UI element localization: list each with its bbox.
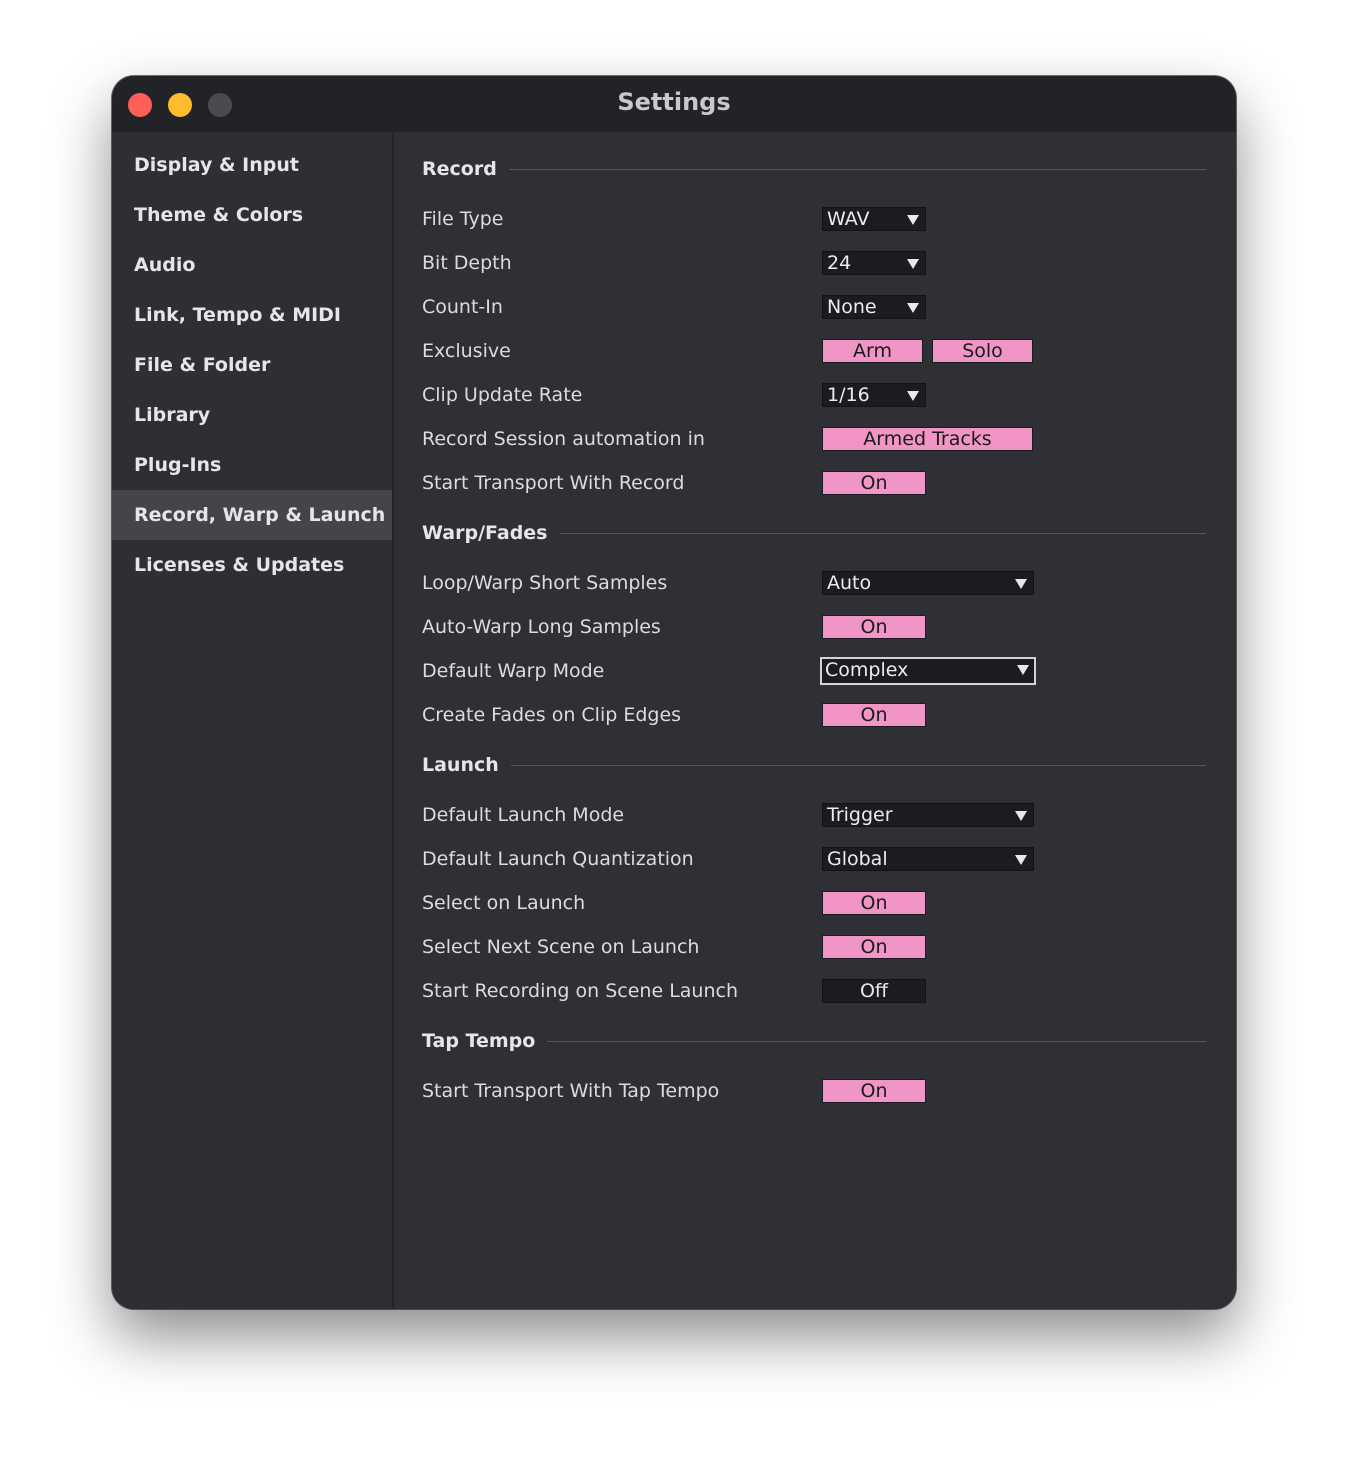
default-launch-mode-value: Trigger [827,804,893,826]
sidebar-item-plug-ins[interactable]: Plug-Ins [112,440,392,490]
clip-update-rate-dropdown[interactable]: 1/16 [822,383,926,407]
start-recording-scene-label: Start Recording on Scene Launch [422,980,738,1002]
bit-depth-label: Bit Depth [422,252,512,274]
title-bar: Settings [112,76,1236,132]
default-launch-mode-label: Default Launch Mode [422,804,625,826]
default-warp-mode-label: Default Warp Mode [422,660,605,682]
start-transport-tap-toggle[interactable]: On [822,1079,926,1103]
count-in-value: None [827,296,877,318]
session-automation-toggle[interactable]: Armed Tracks [822,427,1033,451]
start-recording-scene-toggle[interactable]: Off [822,979,926,1003]
select-on-launch-label: Select on Launch [422,892,586,914]
start-transport-record-toggle[interactable]: On [822,471,926,495]
default-launch-quantization-dropdown[interactable]: Global [822,847,1034,871]
settings-content: Record File Type WAV Bit Depth 24 Count-… [394,132,1236,1309]
clip-update-rate-value: 1/16 [827,384,870,406]
auto-warp-long-toggle[interactable]: On [822,615,926,639]
dropdown-arrow-icon [1015,855,1027,865]
default-warp-mode-dropdown[interactable]: Complex [820,657,1036,685]
loop-warp-short-label: Loop/Warp Short Samples [422,572,668,594]
sidebar-item-theme-colors[interactable]: Theme & Colors [112,190,392,240]
sidebar-item-file-folder[interactable]: File & Folder [112,340,392,390]
launch-section-title: Launch [422,750,511,780]
file-type-dropdown[interactable]: WAV [822,207,926,231]
window-title: Settings [617,88,731,116]
settings-window: Settings Display & Input Theme & Colors … [112,76,1236,1309]
sidebar-item-display-input[interactable]: Display & Input [112,140,392,190]
create-fades-label: Create Fades on Clip Edges [422,704,682,726]
session-automation-label: Record Session automation in [422,428,705,450]
dropdown-arrow-icon [1015,579,1027,589]
settings-sidebar: Display & Input Theme & Colors Audio Lin… [112,132,394,1309]
bit-depth-dropdown[interactable]: 24 [822,251,926,275]
launch-section-header: Launch [422,750,1206,780]
start-transport-record-label: Start Transport With Record [422,472,685,494]
select-on-launch-toggle[interactable]: On [822,891,926,915]
sidebar-item-audio[interactable]: Audio [112,240,392,290]
sidebar-item-record-warp-launch[interactable]: Record, Warp & Launch [112,490,392,540]
exclusive-solo-toggle[interactable]: Solo [932,339,1033,363]
default-launch-quantization-value: Global [827,848,888,870]
section-divider [422,765,1206,766]
dropdown-arrow-icon [907,215,919,225]
dropdown-arrow-icon [1015,811,1027,821]
create-fades-toggle[interactable]: On [822,703,926,727]
warp-section-header: Warp/Fades [422,518,1206,548]
dropdown-arrow-icon [907,303,919,313]
tap-tempo-section-header: Tap Tempo [422,1026,1206,1056]
loop-warp-short-value: Auto [827,572,872,594]
file-type-label: File Type [422,208,504,230]
clip-update-rate-label: Clip Update Rate [422,384,583,406]
record-section-title: Record [422,154,509,184]
select-next-scene-label: Select Next Scene on Launch [422,936,700,958]
exclusive-arm-toggle[interactable]: Arm [822,339,923,363]
dropdown-arrow-icon [907,391,919,401]
file-type-value: WAV [827,208,870,230]
record-section-header: Record [422,154,1206,184]
count-in-dropdown[interactable]: None [822,295,926,319]
auto-warp-long-label: Auto-Warp Long Samples [422,616,661,638]
bit-depth-value: 24 [827,252,852,274]
warp-section-title: Warp/Fades [422,518,560,548]
section-divider [422,169,1206,170]
select-next-scene-toggle[interactable]: On [822,935,926,959]
sidebar-item-licenses-updates[interactable]: Licenses & Updates [112,540,392,590]
sidebar-item-link-tempo-midi[interactable]: Link, Tempo & MIDI [112,290,392,340]
sidebar-item-library[interactable]: Library [112,390,392,440]
dropdown-arrow-icon [907,259,919,269]
dropdown-arrow-icon [1017,665,1029,675]
default-warp-mode-value: Complex [825,659,909,681]
default-launch-quantization-label: Default Launch Quantization [422,848,694,870]
exclusive-label: Exclusive [422,340,511,362]
loop-warp-short-dropdown[interactable]: Auto [822,571,1034,595]
tap-tempo-section-title: Tap Tempo [422,1026,548,1056]
default-launch-mode-dropdown[interactable]: Trigger [822,803,1034,827]
start-transport-tap-label: Start Transport With Tap Tempo [422,1080,720,1102]
count-in-label: Count-In [422,296,503,318]
